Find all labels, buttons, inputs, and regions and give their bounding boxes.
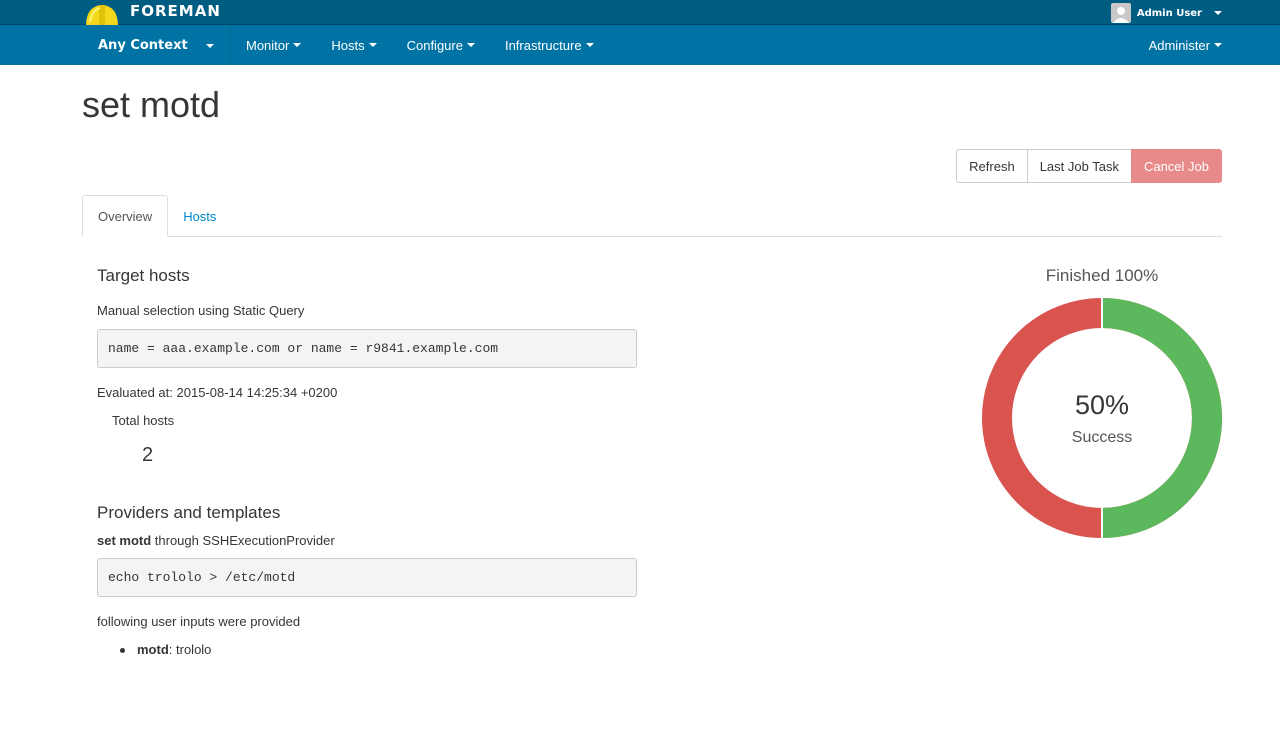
selection-description: Manual selection using Static Query [97,303,305,318]
nav-item-label: Hosts [331,37,365,53]
input-name: motd [137,642,169,657]
provider-text: through SSHExecutionProvider [151,533,335,548]
nav-item-hosts[interactable]: Hosts [316,25,391,65]
brand[interactable]: FOREMAN [82,1,221,31]
chevron-down-icon [206,44,214,48]
list-item: motd: trololo [137,642,211,657]
nav-item-label: Administer [1148,37,1210,53]
chevron-down-icon [293,43,302,47]
success-label: Success [1071,429,1133,446]
page-title: set motd [82,84,221,125]
list-bullet [120,648,125,653]
job-status-title: Finished 100% [1045,266,1159,285]
template-name: set motd [97,533,152,548]
input-value: : trololo [168,642,212,657]
nav-item-label: Configure [406,37,463,53]
evaluated-at: Evaluated at: 2015-08-14 14:25:34 +0200 [97,385,338,400]
template-line: set motd through SSHExecutionProvider [97,533,335,548]
user-name: Admin User [1136,7,1202,19]
refresh-button[interactable]: Refresh [956,149,1028,183]
success-percent: 50% [1074,390,1130,420]
top-bar: FOREMAN Admin User [0,0,1280,31]
target-hosts-heading: Target hosts [97,266,190,285]
nav-item-label: Monitor [246,37,290,53]
nav-item-configure[interactable]: Configure [392,25,490,65]
tab-hosts[interactable]: Hosts [168,195,231,237]
chevron-down-icon [466,43,475,47]
nav-item-label: Infrastructure [504,37,582,53]
user-avatar-icon [1110,3,1131,23]
cancel-job-button[interactable]: Cancel Job [1130,149,1222,183]
nav-item-monitor[interactable]: Monitor [231,25,316,65]
chevron-down-icon [1214,11,1222,15]
user-inputs-description: following user inputs were provided [97,614,301,629]
context-label: Any Context [98,37,188,53]
chevron-down-icon [368,43,377,47]
template-command: echo trololo > /etc/motd [97,558,637,597]
chevron-down-icon [1214,43,1222,47]
nav-item-administer[interactable]: Administer [1149,25,1222,65]
chevron-down-icon [585,43,594,47]
nav-menu: Monitor Hosts Configure Infrastructure [231,25,609,65]
tab-bar: Overview Hosts [82,195,1222,237]
tab-overview[interactable]: Overview [82,195,169,237]
nav-item-infrastructure[interactable]: Infrastructure [490,25,609,65]
context-selector[interactable]: Any Context [82,25,231,65]
brand-name: FOREMAN [130,2,221,20]
main-navbar: Any Context Monitor Hosts Configure Infr… [0,25,1280,65]
job-actions: Refresh Last Job Task Cancel Job [956,149,1222,183]
search-query: name = aaa.example.com or name = r9841.e… [97,329,637,368]
total-hosts-value: 2 [142,444,154,466]
providers-heading: Providers and templates [97,503,281,522]
user-menu[interactable]: Admin User [1110,3,1222,23]
last-job-task-button[interactable]: Last Job Task [1026,149,1132,183]
total-hosts-label: Total hosts [112,413,175,428]
